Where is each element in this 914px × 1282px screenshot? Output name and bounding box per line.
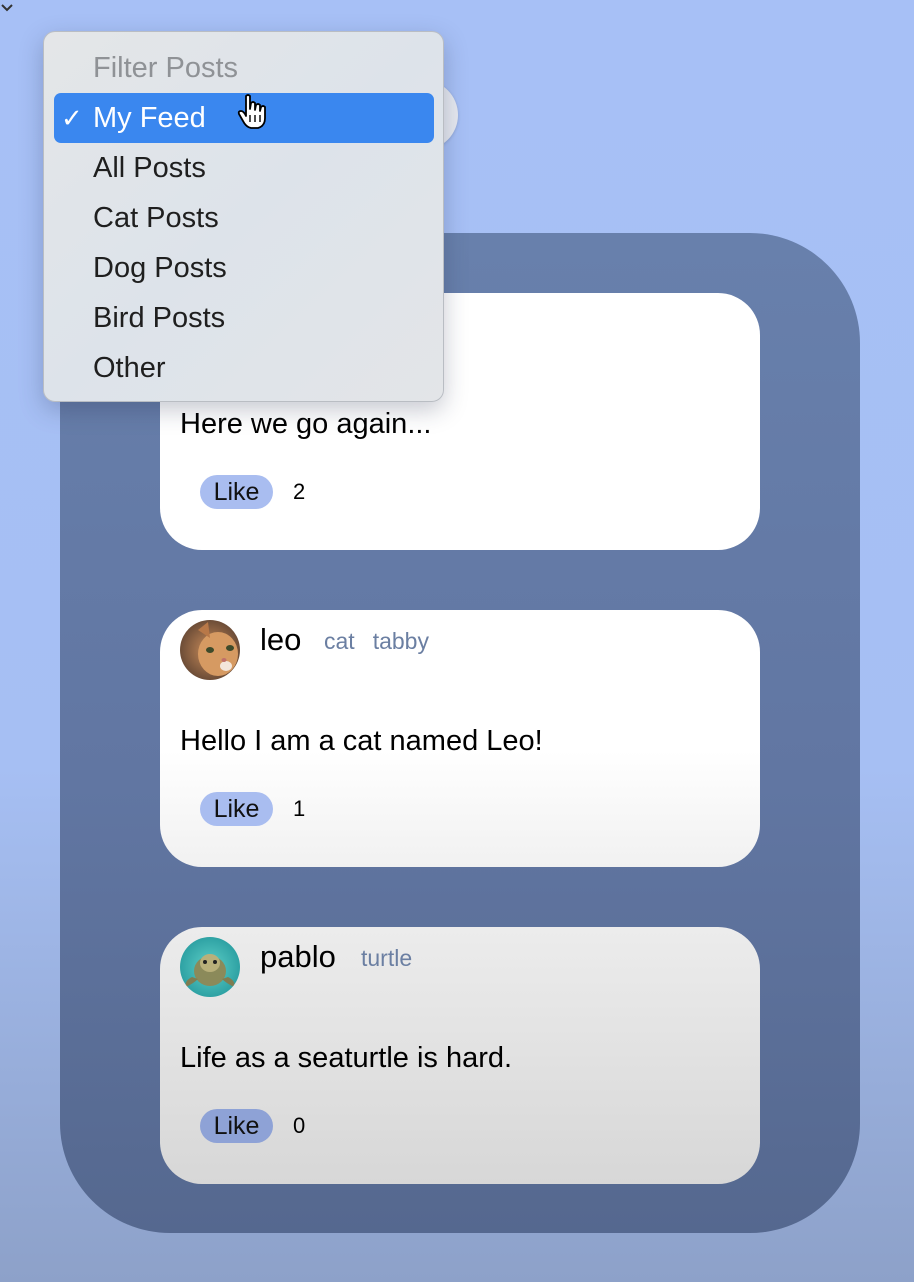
post-card: pablo turtle Life as a seaturtle is hard…: [160, 927, 760, 1184]
post-tags: cat tabby: [324, 628, 447, 655]
menu-item-bird-posts[interactable]: Bird Posts: [54, 293, 434, 343]
menu-item-label: Dog Posts: [93, 252, 227, 284]
hand-cursor-icon: [237, 94, 266, 129]
like-count: 0: [293, 1113, 306, 1138]
cat-avatar-image: [180, 620, 240, 680]
post-text: Here we go again...: [180, 408, 432, 440]
checkmark-icon: ✓: [61, 103, 83, 133]
chevron-down-icon: [1, 4, 13, 12]
turtle-avatar-image: [180, 937, 240, 997]
post-tag[interactable]: tabby: [373, 628, 429, 654]
menu-item-label: All Posts: [93, 152, 206, 184]
like-count: 2: [293, 479, 306, 504]
like-button[interactable]: Like: [200, 475, 273, 509]
menu-item-label: Cat Posts: [93, 202, 219, 234]
cat-avatar[interactable]: [180, 620, 240, 680]
menu-item-all-posts[interactable]: All Posts: [54, 143, 434, 193]
turtle-avatar[interactable]: [180, 937, 240, 997]
post-tags: turtle: [361, 945, 430, 972]
post-text: Life as a seaturtle is hard.: [180, 1042, 513, 1074]
menu-item-other[interactable]: Other: [54, 343, 434, 393]
like-button[interactable]: Like: [200, 792, 273, 826]
post-tag[interactable]: cat: [324, 628, 355, 654]
menu-item-label: Bird Posts: [93, 302, 226, 334]
menu-item-dog-posts[interactable]: Dog Posts: [54, 243, 434, 293]
filter-dropdown-menu: Filter Posts ✓ My Feed All Posts Cat Pos…: [43, 31, 444, 402]
menu-item-cat-posts[interactable]: Cat Posts: [54, 193, 434, 243]
post-username[interactable]: pablo: [260, 939, 336, 975]
post-username[interactable]: leo: [260, 622, 301, 658]
like-count: 1: [293, 796, 306, 821]
menu-item-label: Other: [93, 352, 166, 384]
post-text: Hello I am a cat named Leo!: [180, 725, 543, 757]
like-button[interactable]: Like: [200, 1109, 273, 1143]
menu-item-label: My Feed: [93, 102, 206, 134]
post-card: leo cat tabby Hello I am a cat named Leo!…: [160, 610, 760, 867]
post-tag[interactable]: turtle: [361, 945, 412, 971]
menu-header: Filter Posts: [93, 52, 239, 84]
